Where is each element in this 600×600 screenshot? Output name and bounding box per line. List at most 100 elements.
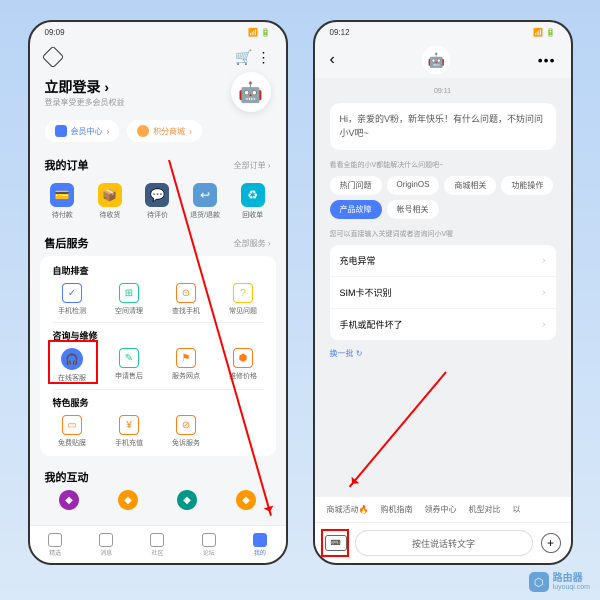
chat-header: ‹ 🤖 ••• [315, 42, 571, 78]
topic-link[interactable]: 以 [512, 504, 520, 515]
nav-icon [48, 533, 62, 547]
bottom-nav: 精选消息社区论坛我的 [30, 525, 286, 563]
consult-item[interactable]: ⚑服务网点 [159, 348, 214, 383]
topic-link[interactable]: 商城活动🔥 [327, 504, 369, 515]
hint-text-2: 您可以直接输入关键词或者咨询问小V喔 [330, 229, 556, 239]
input-bar: ⌨ 按住说话转文字 + [315, 523, 571, 563]
nav-item[interactable]: 社区 [132, 526, 183, 563]
watermark: ⬡ 路由器 luyouqi.com [529, 572, 590, 592]
nav-item[interactable]: 论坛 [183, 526, 234, 563]
back-icon[interactable]: ‹ [330, 51, 335, 69]
nav-icon [253, 533, 267, 547]
nav-item[interactable]: 我的 [234, 526, 285, 563]
order-item[interactable]: 💬待评价 [135, 183, 181, 220]
status-bar: 09:09 📶 🔋 [30, 22, 286, 42]
more-icon[interactable]: ••• [538, 52, 556, 68]
order-icon: 📦 [98, 183, 122, 207]
order-item[interactable]: 📦待收货 [87, 183, 133, 220]
settings-icon[interactable] [41, 46, 64, 69]
service-icon: ⊞ [119, 283, 139, 303]
all-services-link[interactable]: 全部服务 › [234, 238, 271, 249]
category-chip[interactable]: 商城相关 [444, 176, 496, 195]
service-item[interactable]: ✓手机检测 [45, 283, 100, 316]
topic-bar: 商城活动🔥 购机指南 领券中心 机型对比 以 [315, 497, 571, 523]
service-icon: ⊙ [176, 283, 196, 303]
order-icon: 💬 [145, 183, 169, 207]
vip-icon [55, 125, 67, 137]
interact-icon: ◆ [236, 490, 256, 510]
coin-icon [137, 125, 149, 137]
faq-item[interactable]: SIM卡不识别› [330, 276, 556, 308]
service-icon: ⚑ [176, 348, 196, 368]
special-item[interactable]: ¥手机充值 [102, 415, 157, 448]
login-row[interactable]: 立即登录 › 登录享受更多会员权益 🤖 [30, 72, 286, 120]
interact-item[interactable]: ◆ [40, 490, 99, 510]
faq-item[interactable]: 手机或配件坏了› [330, 308, 556, 340]
interact-item[interactable]: ◆ [158, 490, 217, 510]
plus-icon[interactable]: + [541, 533, 561, 553]
topic-link[interactable]: 购机指南 [380, 504, 412, 515]
order-item[interactable]: ♻回收单 [230, 183, 276, 220]
phone-right: 09:12 📶 🔋 ‹ 🤖 ••• 09:11 Hi，亲爱的V粉，新年快乐！有什… [313, 20, 573, 565]
member-center-pill[interactable]: 会员中心 › [45, 120, 120, 142]
hint-text: 看看全能的小V都能解决什么问题吧~ [330, 160, 556, 170]
faq-item[interactable]: 充电异常› [330, 245, 556, 276]
service-icon: ¥ [119, 415, 139, 435]
login-title: 立即登录 [45, 79, 101, 95]
all-orders-link[interactable]: 全部订单 › [234, 160, 271, 171]
service-item[interactable]: ⊞空间清理 [102, 283, 157, 316]
service-icon: ✎ [119, 348, 139, 368]
chevron-icon: › [542, 255, 545, 266]
annotation-box [48, 340, 98, 384]
status-icons: 📶 🔋 [248, 28, 270, 37]
category-chip[interactable]: 功能操作 [501, 176, 553, 195]
status-icons: 📶 🔋 [533, 28, 555, 37]
selfcheck-title: 自助排查 [45, 264, 271, 283]
router-icon: ⬡ [529, 572, 549, 592]
nav-item[interactable]: 消息 [81, 526, 132, 563]
consult-item[interactable]: ✎申请售后 [102, 348, 157, 383]
annotation-box [321, 529, 349, 557]
service-icon: ✓ [62, 283, 82, 303]
points-mall-pill[interactable]: 积分商城 › [127, 120, 202, 142]
topic-link[interactable]: 领券中心 [424, 504, 456, 515]
orders-title: 我的订单 [45, 157, 89, 173]
interact-icon: ◆ [177, 490, 197, 510]
chevron-icon: › [104, 79, 109, 95]
chat-timestamp: 09:11 [330, 88, 556, 95]
nav-icon [150, 533, 164, 547]
order-item[interactable]: ↩退货/退款 [182, 183, 228, 220]
topic-link[interactable]: 机型对比 [468, 504, 500, 515]
interact-icon: ◆ [118, 490, 138, 510]
service-item[interactable]: ?常见问题 [216, 283, 271, 316]
category-chip[interactable]: OriginOS [387, 176, 440, 195]
nav-item[interactable]: 精选 [30, 526, 81, 563]
voice-input-button[interactable]: 按住说话转文字 [355, 530, 533, 556]
interact-item[interactable]: ◆ [99, 490, 158, 510]
order-icon: ↩ [193, 183, 217, 207]
special-item[interactable]: ▭免费贴膜 [45, 415, 100, 448]
refresh-link[interactable]: 换一批 ↻ [330, 348, 556, 359]
special-item[interactable]: ⊘免诉服务 [159, 415, 214, 448]
category-chip[interactable]: 帐号相关 [387, 200, 439, 219]
service-icon: ⊘ [176, 415, 196, 435]
category-chip[interactable]: 产品故障 [330, 200, 382, 219]
greeting-bubble: Hi，亲爱的V粉，新年快乐！有什么问题，不妨问问小V吧~ [330, 103, 556, 150]
order-icon: ♻ [241, 183, 265, 207]
category-chip[interactable]: 热门问题 [330, 176, 382, 195]
status-time: 09:12 [330, 28, 350, 37]
nav-icon [202, 533, 216, 547]
service-title: 售后服务 [45, 235, 89, 251]
order-item[interactable]: 💳待付款 [40, 183, 86, 220]
service-icon: ? [233, 283, 253, 303]
login-subtitle: 登录享受更多会员权益 [45, 97, 125, 108]
bot-avatar: 🤖 [422, 46, 450, 74]
phone-left: 09:09 📶 🔋 🛒 ⋮ 立即登录 › 登录享受更多会员权益 🤖 会员中心 ›… [28, 20, 288, 565]
avatar[interactable]: 🤖 [231, 72, 271, 112]
status-time: 09:09 [45, 28, 65, 37]
service-icon: ⬢ [233, 348, 253, 368]
chevron-icon: › [542, 287, 545, 298]
interact-icon: ◆ [59, 490, 79, 510]
cart-icon[interactable]: 🛒 ⋮ [235, 49, 270, 66]
chevron-icon: › [542, 319, 545, 330]
